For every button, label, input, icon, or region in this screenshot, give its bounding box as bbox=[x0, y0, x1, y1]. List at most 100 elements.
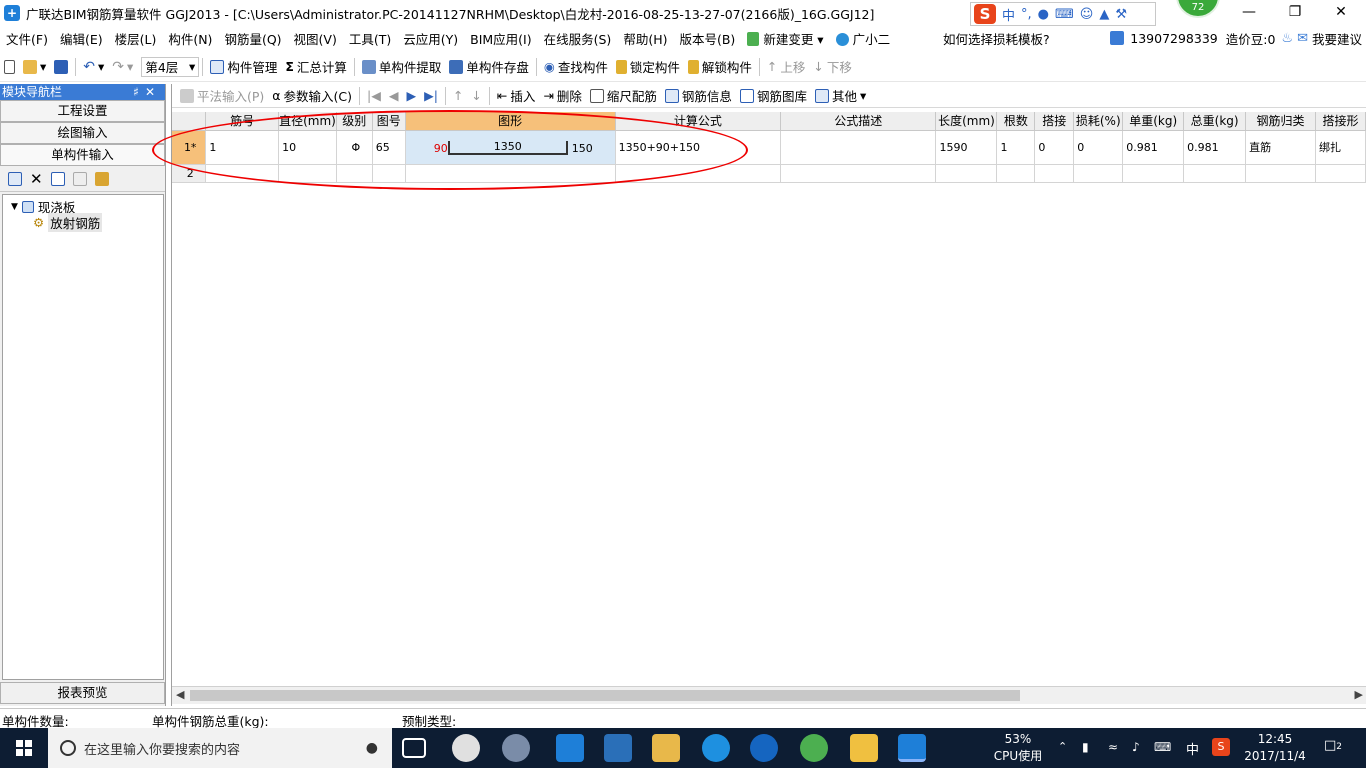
taskbar-search[interactable]: 在这里输入你要搜索的内容 ● bbox=[48, 728, 392, 768]
scroll-left-icon[interactable]: ◀ bbox=[176, 688, 184, 701]
menu-bim[interactable]: BIM应用(I) bbox=[464, 29, 538, 48]
close-panel-icon[interactable]: ✕ bbox=[145, 85, 161, 99]
empty-cell[interactable] bbox=[1073, 164, 1124, 183]
nav-section-single-input[interactable]: 单构件输入 bbox=[0, 144, 165, 166]
open-file-button[interactable]: ▾ bbox=[19, 55, 50, 79]
next-record-button[interactable]: ▶ bbox=[402, 84, 420, 108]
unlock-component-button[interactable]: 解锁构件 bbox=[684, 55, 756, 79]
report-preview-button[interactable]: 报表预览 bbox=[0, 682, 165, 704]
move-down-button[interactable]: ↓ 下移 bbox=[809, 55, 856, 79]
notification-icon[interactable]: □2 bbox=[1324, 738, 1342, 753]
cpu-usage[interactable]: 53% CPU使用 bbox=[990, 731, 1046, 765]
cell-shape[interactable]: 90 1350 150 bbox=[405, 130, 616, 165]
menu-tools[interactable]: 工具(T) bbox=[343, 29, 397, 48]
summary-calc-button[interactable]: Σ 汇总计算 bbox=[281, 55, 351, 79]
table-row[interactable]: 2 bbox=[172, 164, 1366, 183]
component-manage-button[interactable]: 构件管理 bbox=[206, 55, 281, 79]
flat-input-button[interactable]: 平法输入(P) bbox=[176, 84, 268, 108]
chevron-up-icon[interactable]: ⌃ bbox=[1058, 740, 1067, 753]
cell-lap-type[interactable]: 绑扎 bbox=[1315, 130, 1366, 165]
phone-number[interactable]: 13907298339 bbox=[1128, 31, 1219, 46]
delete-row-button[interactable]: ⇥ 删除 bbox=[539, 84, 586, 108]
battery-icon[interactable]: ▮ bbox=[1082, 740, 1089, 754]
find-component-button[interactable]: ◉ 查找构件 bbox=[540, 55, 612, 79]
copy-icon[interactable] bbox=[50, 171, 65, 186]
volume-icon[interactable]: ♪ bbox=[1132, 740, 1140, 754]
delete-icon[interactable]: ✕ bbox=[30, 170, 43, 188]
shape-right-value[interactable]: 150 bbox=[572, 142, 593, 155]
user-icon[interactable]: ☺ bbox=[1080, 7, 1094, 22]
menu-assistant[interactable]: 广小二 bbox=[830, 29, 897, 48]
fan-app-icon[interactable] bbox=[452, 734, 480, 762]
green-app-icon[interactable] bbox=[800, 734, 828, 762]
microphone-icon[interactable]: ● bbox=[1038, 7, 1049, 22]
cell-diameter[interactable]: 10 bbox=[278, 130, 337, 165]
start-button[interactable] bbox=[0, 728, 48, 768]
g-app-icon[interactable] bbox=[750, 734, 778, 762]
keyboard-icon[interactable]: ⌨ bbox=[1055, 7, 1074, 22]
shape-left-value[interactable]: 90 bbox=[434, 142, 448, 155]
glodon-app-icon[interactable] bbox=[898, 734, 926, 762]
empty-cell[interactable] bbox=[278, 164, 337, 183]
restore-button[interactable]: ❐ bbox=[1272, 0, 1318, 26]
loss-template-link[interactable]: 如何选择损耗模板? bbox=[943, 29, 1050, 48]
table-row[interactable]: 1* 1 10 Φ 65 90 1350 150 1350+90+150 159… bbox=[172, 130, 1366, 165]
cell-total-weight[interactable]: 0.981 bbox=[1183, 130, 1247, 165]
redo-button[interactable]: ↷ ▾ bbox=[108, 55, 137, 79]
ime-mode-label[interactable]: 中 bbox=[1002, 5, 1015, 24]
move-up-button[interactable]: ↑ 上移 bbox=[763, 55, 810, 79]
first-record-button[interactable]: |◀ bbox=[363, 84, 385, 108]
cell-count[interactable]: 1 bbox=[996, 130, 1036, 165]
sogou-tray-icon[interactable]: S bbox=[1212, 738, 1230, 756]
wifi-icon[interactable]: ≈ bbox=[1108, 740, 1118, 754]
properties-icon[interactable] bbox=[8, 171, 22, 186]
collapse-icon[interactable]: ▼ bbox=[11, 202, 18, 212]
cell-loss[interactable]: 0 bbox=[1073, 130, 1124, 165]
score-badge[interactable]: 72 bbox=[1176, 0, 1220, 18]
menu-rebar-quantity[interactable]: 钢筋量(Q) bbox=[218, 29, 287, 48]
cell-formula[interactable]: 1350+90+150 bbox=[615, 130, 782, 165]
empty-cell[interactable] bbox=[1315, 164, 1366, 183]
task-view-icon[interactable] bbox=[402, 738, 426, 758]
undo-button[interactable]: ↶ ▾ bbox=[79, 55, 108, 79]
row-number[interactable]: 2 bbox=[172, 164, 207, 183]
row-up-button[interactable]: ↑ bbox=[449, 84, 467, 108]
clipboard-icon[interactable] bbox=[94, 171, 109, 186]
menu-edit[interactable]: 编辑(E) bbox=[54, 29, 109, 48]
param-input-button[interactable]: α 参数输入(C) bbox=[268, 84, 356, 108]
menu-floor[interactable]: 楼层(L) bbox=[109, 29, 163, 48]
empty-cell[interactable] bbox=[615, 164, 782, 183]
paste-icon[interactable] bbox=[72, 171, 87, 186]
menu-new-change[interactable]: 新建变更 ▾ bbox=[741, 29, 829, 48]
lock-component-button[interactable]: 锁定构件 bbox=[612, 55, 684, 79]
save-button[interactable] bbox=[50, 55, 72, 79]
ie-icon[interactable] bbox=[702, 734, 730, 762]
row-down-button[interactable]: ↓ bbox=[467, 84, 485, 108]
menu-help[interactable]: 帮助(H) bbox=[617, 29, 673, 48]
store-icon[interactable] bbox=[604, 734, 632, 762]
sogou-icon[interactable]: S bbox=[974, 4, 996, 24]
empty-cell[interactable] bbox=[336, 164, 373, 183]
empty-cell[interactable] bbox=[1122, 164, 1185, 183]
single-extract-button[interactable]: 单构件提取 bbox=[358, 55, 446, 79]
scale-rebar-button[interactable]: 缩尺配筋 bbox=[586, 84, 661, 108]
minimize-button[interactable]: — bbox=[1226, 0, 1272, 26]
punctuation-icon[interactable]: °, bbox=[1021, 7, 1032, 22]
empty-cell[interactable] bbox=[780, 164, 937, 183]
keyboard-icon[interactable]: ⌨ bbox=[1154, 740, 1171, 754]
notes-app-icon[interactable] bbox=[850, 734, 878, 762]
scrollbar-thumb[interactable] bbox=[190, 690, 1020, 701]
empty-cell[interactable] bbox=[205, 164, 280, 183]
bell-icon[interactable]: ♨ bbox=[1281, 31, 1293, 46]
microphone-icon[interactable]: ● bbox=[366, 740, 378, 756]
nav-section-project-settings[interactable]: 工程设置 bbox=[0, 100, 165, 122]
nav-section-drawing-input[interactable]: 绘图输入 bbox=[0, 122, 165, 144]
empty-cell[interactable] bbox=[405, 164, 616, 183]
rebar-info-button[interactable]: 钢筋信息 bbox=[661, 84, 736, 108]
file-explorer-icon[interactable] bbox=[652, 734, 680, 762]
row-number[interactable]: 1* bbox=[172, 130, 207, 165]
menu-view[interactable]: 视图(V) bbox=[288, 29, 343, 48]
empty-cell[interactable] bbox=[1183, 164, 1247, 183]
empty-cell[interactable] bbox=[996, 164, 1036, 183]
empty-cell[interactable] bbox=[1034, 164, 1075, 183]
